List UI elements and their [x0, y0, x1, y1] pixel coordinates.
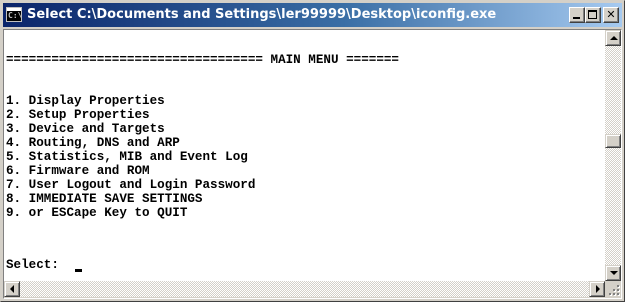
close-icon: ✕: [606, 8, 616, 21]
console-window: C:\ Select C:\Documents and Settings\ler…: [0, 0, 625, 302]
horizontal-scrollbar[interactable]: [4, 281, 605, 297]
menu-item-escape-quit: 9. or ESCape Key to QUIT: [6, 206, 188, 220]
menu-item-statistics-mib-event-log: 5. Statistics, MIB and Event Log: [6, 150, 248, 164]
grip-dot: [613, 289, 615, 291]
menu-item-setup-properties: 2. Setup Properties: [6, 108, 150, 122]
menu-item-immediate-save-settings: 8. IMMEDIATE SAVE SETTINGS: [6, 192, 203, 206]
arrow-right-icon: [596, 285, 600, 293]
console-window-icon[interactable]: C:\: [6, 7, 22, 22]
icon-glyph: C:\: [8, 11, 23, 20]
close-button[interactable]: ✕: [603, 7, 619, 23]
grip-dot: [609, 293, 611, 295]
window-title: Select C:\Documents and Settings\ler9999…: [27, 7, 497, 22]
menu-header-rule: ================================== MAIN …: [6, 53, 399, 67]
grip-dot: [617, 293, 619, 295]
text-cursor: [75, 269, 82, 272]
select-prompt: Select:: [6, 258, 67, 272]
scroll-up-button[interactable]: [605, 30, 621, 46]
vertical-scrollbar[interactable]: [605, 30, 621, 281]
menu-item-user-logout-login-password: 7. User Logout and Login Password: [6, 178, 256, 192]
grip-dot: [617, 285, 619, 287]
scroll-down-button[interactable]: [605, 265, 621, 281]
maximize-icon: [588, 10, 597, 19]
minimize-button[interactable]: [569, 7, 585, 23]
title-bar[interactable]: C:\ Select C:\Documents and Settings\ler…: [3, 3, 622, 27]
console-output[interactable]: ================================== MAIN …: [4, 30, 605, 281]
menu-item-device-and-targets: 3. Device and Targets: [6, 122, 165, 136]
minimize-icon: [573, 17, 580, 19]
maximize-button[interactable]: [585, 7, 601, 23]
grip-dot: [613, 293, 615, 295]
arrow-left-icon: [10, 285, 14, 293]
scroll-left-button[interactable]: [4, 281, 20, 297]
scroll-right-button[interactable]: [589, 281, 605, 297]
grip-dot: [617, 289, 619, 291]
arrow-down-icon: [610, 271, 618, 275]
resize-grip[interactable]: [605, 281, 621, 297]
vertical-scroll-thumb[interactable]: [605, 134, 621, 148]
menu-item-display-properties: 1. Display Properties: [6, 94, 165, 108]
arrow-up-icon: [610, 36, 618, 40]
menu-item-routing-dns-arp: 4. Routing, DNS and ARP: [6, 136, 180, 150]
menu-item-firmware-and-rom: 6. Firmware and ROM: [6, 164, 150, 178]
